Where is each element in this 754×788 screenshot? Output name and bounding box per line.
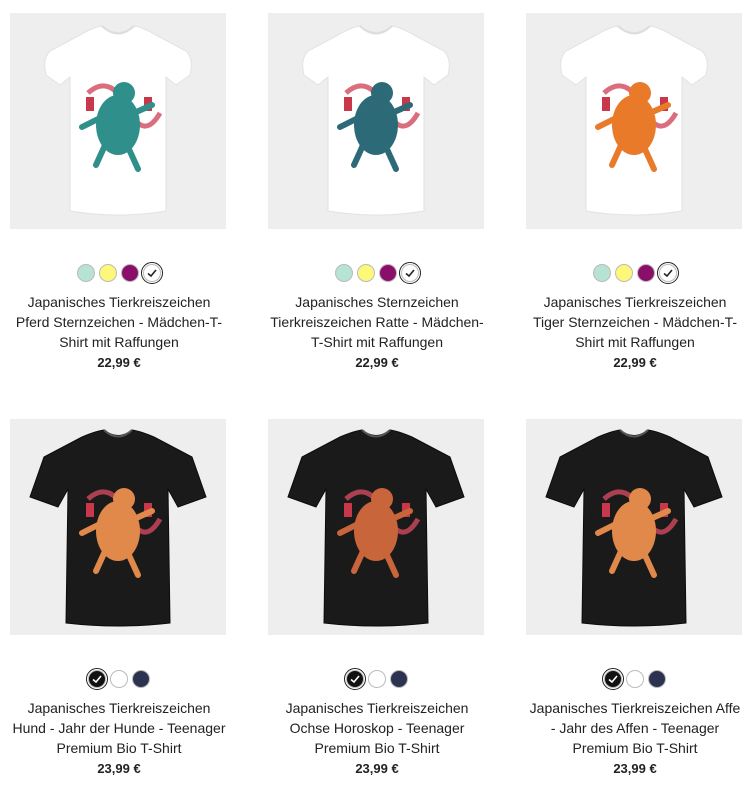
product-image[interactable] <box>526 419 742 635</box>
color-swatch[interactable] <box>593 264 611 282</box>
product-title[interactable]: Japanisches Tierkreiszeichen Pferd Stern… <box>10 292 228 352</box>
product-card[interactable]: Japanisches Tierkreiszeichen Ochse Horos… <box>268 419 486 778</box>
product-price: 23,99 € <box>613 761 657 776</box>
product-price: 22,99 € <box>355 355 399 370</box>
color-swatch[interactable] <box>637 264 655 282</box>
color-swatch[interactable] <box>626 670 644 688</box>
color-swatch[interactable] <box>379 264 397 282</box>
product-price: 23,99 € <box>97 761 141 776</box>
color-swatches <box>268 262 486 288</box>
product-image[interactable] <box>10 13 226 229</box>
color-swatches <box>526 668 744 694</box>
checkmark-icon <box>350 675 360 684</box>
product-price: 22,99 € <box>613 355 657 370</box>
product-card[interactable]: Japanisches Sternzeichen Tierkreiszeiche… <box>268 13 486 372</box>
checkmark-icon <box>92 675 102 684</box>
color-swatch[interactable] <box>602 668 624 690</box>
tshirt-image <box>545 429 723 627</box>
product-title[interactable]: Japanisches Tierkreiszeichen Ochse Horos… <box>268 698 486 758</box>
color-swatch[interactable] <box>335 264 353 282</box>
product-card[interactable]: Japanisches Tierkreiszeichen Hund - Jahr… <box>10 419 228 778</box>
product-card[interactable]: Japanisches Tierkreiszeichen Tiger Stern… <box>526 13 744 372</box>
product-price: 23,99 € <box>355 761 399 776</box>
checkmark-icon <box>608 675 618 684</box>
color-swatch[interactable] <box>399 262 421 284</box>
tshirt-image <box>287 429 465 627</box>
color-swatches <box>268 668 486 694</box>
color-swatch[interactable] <box>141 262 163 284</box>
product-card[interactable]: Japanisches Tierkreiszeichen Pferd Stern… <box>10 13 228 372</box>
color-swatch[interactable] <box>99 264 117 282</box>
color-swatch[interactable] <box>648 670 666 688</box>
color-swatch[interactable] <box>368 670 386 688</box>
color-swatch[interactable] <box>86 668 108 690</box>
color-swatch[interactable] <box>344 668 366 690</box>
color-swatch[interactable] <box>110 670 128 688</box>
color-swatch[interactable] <box>615 264 633 282</box>
product-card[interactable]: Japanisches Tierkreiszeichen Affe - Jahr… <box>526 419 744 778</box>
color-swatch[interactable] <box>657 262 679 284</box>
product-title[interactable]: Japanisches Tierkreiszeichen Affe - Jahr… <box>526 698 744 758</box>
product-title[interactable]: Japanisches Tierkreiszeichen Tiger Stern… <box>526 292 744 352</box>
product-title[interactable]: Japanisches Tierkreiszeichen Hund - Jahr… <box>10 698 228 758</box>
product-title[interactable]: Japanisches Sternzeichen Tierkreiszeiche… <box>268 292 486 352</box>
checkmark-icon <box>663 269 673 278</box>
color-swatch[interactable] <box>390 670 408 688</box>
checkmark-icon <box>147 269 157 278</box>
color-swatches <box>10 262 228 288</box>
tshirt-image <box>302 25 450 216</box>
product-price: 22,99 € <box>97 355 141 370</box>
color-swatch[interactable] <box>121 264 139 282</box>
color-swatches <box>526 262 744 288</box>
product-image[interactable] <box>268 419 484 635</box>
color-swatch[interactable] <box>132 670 150 688</box>
product-image[interactable] <box>10 419 226 635</box>
tshirt-image <box>44 25 192 216</box>
tshirt-image <box>560 25 708 216</box>
product-image[interactable] <box>526 13 742 229</box>
checkmark-icon <box>405 269 415 278</box>
tshirt-image <box>29 429 207 627</box>
product-image[interactable] <box>268 13 484 229</box>
color-swatches <box>10 668 228 694</box>
product-grid: Japanisches Tierkreiszeichen Pferd Stern… <box>0 0 754 788</box>
color-swatch[interactable] <box>357 264 375 282</box>
color-swatch[interactable] <box>77 264 95 282</box>
